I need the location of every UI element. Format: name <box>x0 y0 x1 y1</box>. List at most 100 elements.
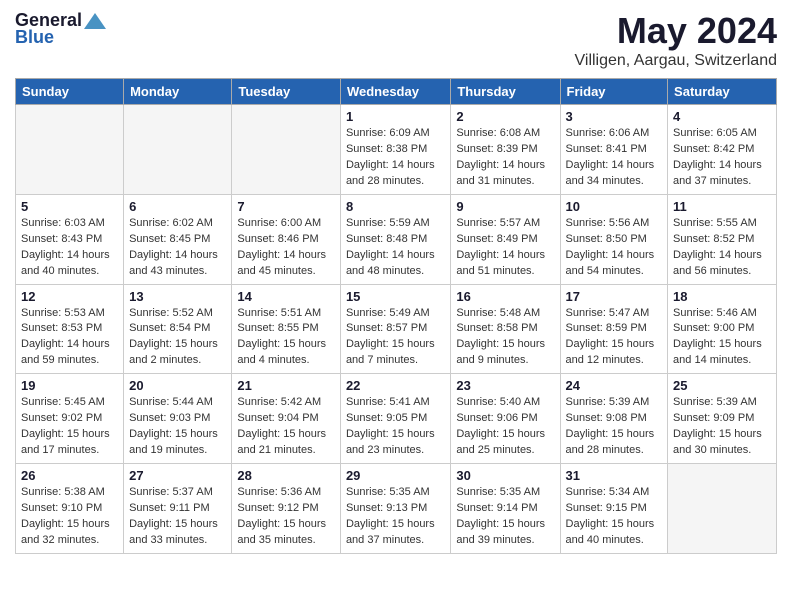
day-cell: 27 Sunrise: 5:37 AM Sunset: 9:11 PM Dayli… <box>124 464 232 554</box>
day-cell: 25 Sunrise: 5:39 AM Sunset: 9:09 PM Dayli… <box>668 374 777 464</box>
day-number: 24 <box>566 378 663 393</box>
logo: General Blue <box>15 10 106 48</box>
logo-blue: Blue <box>15 27 106 48</box>
day-cell: 18 Sunrise: 5:46 AM Sunset: 9:00 PM Dayli… <box>668 284 777 374</box>
day-detail: Sunrise: 5:59 AM Sunset: 8:48 PM Dayligh… <box>346 216 445 280</box>
day-cell: 14Sunrise: 5:51 AM Sunset: 8:55 PM Dayli… <box>232 284 341 374</box>
day-detail: Sunrise: 5:39 AM Sunset: 9:09 PM Dayligh… <box>673 395 771 459</box>
day-number: 7 <box>237 199 335 214</box>
day-cell: 20 Sunrise: 5:44 AM Sunset: 9:03 PM Dayli… <box>124 374 232 464</box>
day-detail: Sunrise: 5:52 AM Sunset: 8:54 PM Dayligh… <box>129 306 226 370</box>
header-friday: Friday <box>560 79 668 105</box>
day-detail: Sunrise: 6:02 AM Sunset: 8:45 PM Dayligh… <box>129 216 226 280</box>
day-cell: 31 Sunrise: 5:34 AM Sunset: 9:15 PM Dayli… <box>560 464 668 554</box>
day-detail: Sunrise: 5:35 AM Sunset: 9:14 PM Dayligh… <box>456 485 554 549</box>
day-cell: 13Sunrise: 5:52 AM Sunset: 8:54 PM Dayli… <box>124 284 232 374</box>
day-number: 20 <box>129 378 226 393</box>
day-detail: Sunrise: 5:39 AM Sunset: 9:08 PM Dayligh… <box>566 395 663 459</box>
day-cell: 4 Sunrise: 6:05 AM Sunset: 8:42 PM Daylig… <box>668 105 777 195</box>
header-sunday: Sunday <box>16 79 124 105</box>
week-row-1: 5 Sunrise: 6:03 AM Sunset: 8:43 PM Daylig… <box>16 194 777 284</box>
day-number: 21 <box>237 378 335 393</box>
day-detail: Sunrise: 6:05 AM Sunset: 8:42 PM Dayligh… <box>673 126 771 190</box>
day-detail: Sunrise: 6:00 AM Sunset: 8:46 PM Dayligh… <box>237 216 335 280</box>
header-wednesday: Wednesday <box>340 79 450 105</box>
day-cell: 11 Sunrise: 5:55 AM Sunset: 8:52 PM Dayli… <box>668 194 777 284</box>
day-cell <box>232 105 341 195</box>
day-number: 2 <box>456 109 554 124</box>
calendar-table: Sunday Monday Tuesday Wednesday Thursday… <box>15 78 777 554</box>
week-row-2: 12Sunrise: 5:53 AM Sunset: 8:53 PM Dayli… <box>16 284 777 374</box>
day-detail: Sunrise: 5:55 AM Sunset: 8:52 PM Dayligh… <box>673 216 771 280</box>
day-number: 11 <box>673 199 771 214</box>
day-cell: 2 Sunrise: 6:08 AM Sunset: 8:39 PM Daylig… <box>451 105 560 195</box>
day-detail: Sunrise: 5:48 AM Sunset: 8:58 PM Dayligh… <box>456 306 554 370</box>
day-number: 9 <box>456 199 554 214</box>
day-number: 8 <box>346 199 445 214</box>
day-number: 27 <box>129 468 226 483</box>
day-detail: Sunrise: 5:56 AM Sunset: 8:50 PM Dayligh… <box>566 216 663 280</box>
header-thursday: Thursday <box>451 79 560 105</box>
day-number: 28 <box>237 468 335 483</box>
day-cell: 3Sunrise: 6:06 AM Sunset: 8:41 PM Daylig… <box>560 105 668 195</box>
day-number: 16 <box>456 289 554 304</box>
day-detail: Sunrise: 5:49 AM Sunset: 8:57 PM Dayligh… <box>346 306 445 370</box>
header-saturday: Saturday <box>668 79 777 105</box>
day-number: 31 <box>566 468 663 483</box>
day-detail: Sunrise: 5:34 AM Sunset: 9:15 PM Dayligh… <box>566 485 663 549</box>
day-detail: Sunrise: 5:47 AM Sunset: 8:59 PM Dayligh… <box>566 306 663 370</box>
day-cell: 23Sunrise: 5:40 AM Sunset: 9:06 PM Dayli… <box>451 374 560 464</box>
day-detail: Sunrise: 5:36 AM Sunset: 9:12 PM Dayligh… <box>237 485 335 549</box>
day-number: 18 <box>673 289 771 304</box>
calendar-header-row: Sunday Monday Tuesday Wednesday Thursday… <box>16 79 777 105</box>
page-header: General Blue May 2024 Villigen, Aargau, … <box>15 10 777 70</box>
day-cell: 28 Sunrise: 5:36 AM Sunset: 9:12 PM Dayli… <box>232 464 341 554</box>
day-number: 6 <box>129 199 226 214</box>
day-cell: 22 Sunrise: 5:41 AM Sunset: 9:05 PM Dayli… <box>340 374 450 464</box>
day-cell: 5 Sunrise: 6:03 AM Sunset: 8:43 PM Daylig… <box>16 194 124 284</box>
subtitle: Villigen, Aargau, Switzerland <box>575 52 778 70</box>
day-cell: 1 Sunrise: 6:09 AM Sunset: 8:38 PM Daylig… <box>340 105 450 195</box>
day-cell: 10 Sunrise: 5:56 AM Sunset: 8:50 PM Dayli… <box>560 194 668 284</box>
day-cell: 9 Sunrise: 5:57 AM Sunset: 8:49 PM Daylig… <box>451 194 560 284</box>
day-number: 19 <box>21 378 118 393</box>
day-number: 5 <box>21 199 118 214</box>
day-detail: Sunrise: 6:09 AM Sunset: 8:38 PM Dayligh… <box>346 126 445 190</box>
day-number: 1 <box>346 109 445 124</box>
day-number: 25 <box>673 378 771 393</box>
day-number: 4 <box>673 109 771 124</box>
day-detail: Sunrise: 6:06 AM Sunset: 8:41 PM Dayligh… <box>566 126 663 190</box>
day-number: 30 <box>456 468 554 483</box>
day-cell: 12Sunrise: 5:53 AM Sunset: 8:53 PM Dayli… <box>16 284 124 374</box>
day-number: 17 <box>566 289 663 304</box>
day-cell: 6 Sunrise: 6:02 AM Sunset: 8:45 PM Daylig… <box>124 194 232 284</box>
day-detail: Sunrise: 6:08 AM Sunset: 8:39 PM Dayligh… <box>456 126 554 190</box>
day-detail: Sunrise: 5:53 AM Sunset: 8:53 PM Dayligh… <box>21 306 118 370</box>
day-cell <box>668 464 777 554</box>
day-cell: 30 Sunrise: 5:35 AM Sunset: 9:14 PM Dayli… <box>451 464 560 554</box>
day-detail: Sunrise: 5:44 AM Sunset: 9:03 PM Dayligh… <box>129 395 226 459</box>
day-detail: Sunrise: 6:03 AM Sunset: 8:43 PM Dayligh… <box>21 216 118 280</box>
week-row-0: 1 Sunrise: 6:09 AM Sunset: 8:38 PM Daylig… <box>16 105 777 195</box>
header-tuesday: Tuesday <box>232 79 341 105</box>
day-cell: 8 Sunrise: 5:59 AM Sunset: 8:48 PM Daylig… <box>340 194 450 284</box>
day-detail: Sunrise: 5:41 AM Sunset: 9:05 PM Dayligh… <box>346 395 445 459</box>
day-cell: 7 Sunrise: 6:00 AM Sunset: 8:46 PM Daylig… <box>232 194 341 284</box>
day-cell: 24 Sunrise: 5:39 AM Sunset: 9:08 PM Dayli… <box>560 374 668 464</box>
day-cell: 21 Sunrise: 5:42 AM Sunset: 9:04 PM Dayli… <box>232 374 341 464</box>
day-cell: 17 Sunrise: 5:47 AM Sunset: 8:59 PM Dayli… <box>560 284 668 374</box>
day-detail: Sunrise: 5:35 AM Sunset: 9:13 PM Dayligh… <box>346 485 445 549</box>
day-detail: Sunrise: 5:37 AM Sunset: 9:11 PM Dayligh… <box>129 485 226 549</box>
day-detail: Sunrise: 5:57 AM Sunset: 8:49 PM Dayligh… <box>456 216 554 280</box>
day-number: 14 <box>237 289 335 304</box>
day-cell: 29Sunrise: 5:35 AM Sunset: 9:13 PM Dayli… <box>340 464 450 554</box>
week-row-4: 26Sunrise: 5:38 AM Sunset: 9:10 PM Dayli… <box>16 464 777 554</box>
day-number: 22 <box>346 378 445 393</box>
day-detail: Sunrise: 5:40 AM Sunset: 9:06 PM Dayligh… <box>456 395 554 459</box>
day-detail: Sunrise: 5:42 AM Sunset: 9:04 PM Dayligh… <box>237 395 335 459</box>
day-detail: Sunrise: 5:46 AM Sunset: 9:00 PM Dayligh… <box>673 306 771 370</box>
day-number: 26 <box>21 468 118 483</box>
day-cell <box>124 105 232 195</box>
day-number: 10 <box>566 199 663 214</box>
week-row-3: 19Sunrise: 5:45 AM Sunset: 9:02 PM Dayli… <box>16 374 777 464</box>
